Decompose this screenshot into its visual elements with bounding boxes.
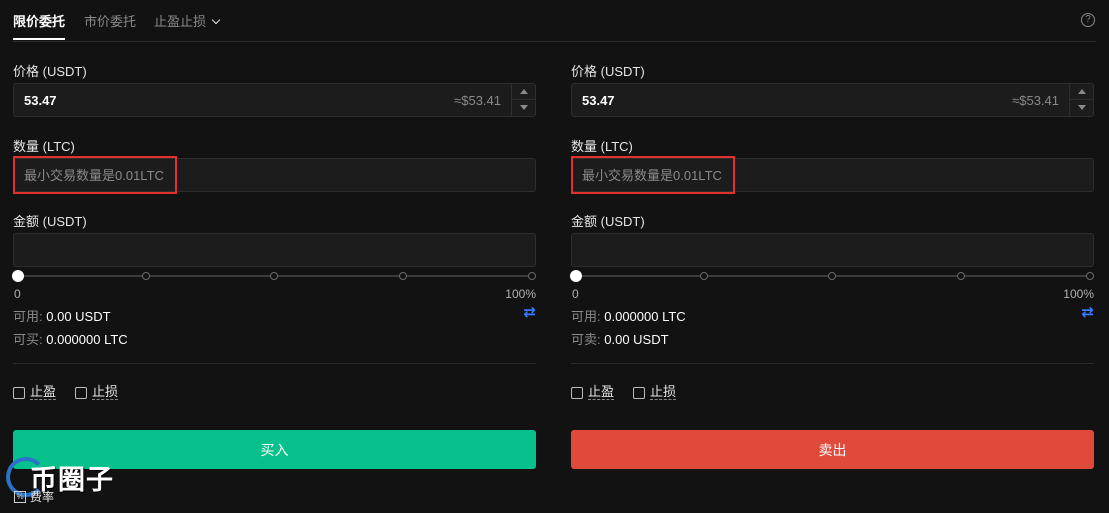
price-increment-button[interactable] xyxy=(512,84,536,100)
amount-input[interactable] xyxy=(571,233,1094,267)
price-value: 53.47 xyxy=(24,93,57,108)
slider-node-100[interactable] xyxy=(528,272,536,280)
fee-label: 费率 xyxy=(30,490,55,504)
take-profit-label: 止盈 xyxy=(588,384,615,400)
available-balance: 可用: 0.00 USDT xyxy=(13,306,111,325)
stop-loss-checkbox[interactable]: 止损 xyxy=(75,384,119,400)
max-buy: 可买: 0.000000 LTC xyxy=(13,329,128,348)
max-sell-value: 0.00 USDT xyxy=(604,332,669,347)
price-decrement-button[interactable] xyxy=(1070,100,1094,116)
tab-tp-sl-label: 止盈止损 xyxy=(154,14,207,29)
price-field[interactable]: 53.47 ≈$53.41 xyxy=(13,83,536,117)
sell-panel: 价格 (USDT) 53.47 ≈$53.41 数量 (LTC) 金额 (USD… xyxy=(570,42,1094,513)
caret-down-icon xyxy=(1078,105,1086,110)
amount-label: 金额 (USDT) xyxy=(13,214,87,229)
price-approx: ≈$53.41 xyxy=(1012,93,1059,108)
quantity-label: 数量 (LTC) xyxy=(13,139,75,154)
sell-button[interactable]: 卖出 xyxy=(571,430,1094,469)
slider-max-label: 100% xyxy=(505,287,536,301)
slider-knob[interactable] xyxy=(570,270,582,282)
max-sell-label: 可卖: xyxy=(571,332,601,347)
price-stepper xyxy=(1069,84,1094,116)
order-type-tabs: 限价委托 市价委托 止盈止损 ? xyxy=(0,0,1109,42)
checkbox-box xyxy=(633,386,645,399)
active-tab-indicator xyxy=(13,38,65,40)
available-value: 0.00 USDT xyxy=(46,309,111,324)
max-buy-value: 0.000000 LTC xyxy=(46,332,128,347)
available-label: 可用: xyxy=(571,309,601,324)
slider-min-label: 0 xyxy=(14,287,21,301)
slider-max-label: 100% xyxy=(1063,287,1094,301)
caret-down-icon xyxy=(520,105,528,110)
caret-up-icon xyxy=(1078,89,1086,94)
price-stepper xyxy=(511,84,536,116)
section-divider xyxy=(13,363,536,364)
fee-link[interactable]: % 费率 xyxy=(14,488,54,505)
max-sell: 可卖: 0.00 USDT xyxy=(571,329,669,348)
take-profit-label: 止盈 xyxy=(30,384,57,400)
slider-node-100[interactable] xyxy=(1086,272,1094,280)
amount-label: 金额 (USDT) xyxy=(571,214,645,229)
caret-up-icon xyxy=(520,89,528,94)
tab-market-order[interactable]: 市价委托 xyxy=(84,11,136,30)
stop-loss-checkbox[interactable]: 止损 xyxy=(633,384,677,400)
amount-input[interactable] xyxy=(13,233,536,267)
quantity-input[interactable] xyxy=(571,158,1094,192)
help-icon[interactable]: ? xyxy=(1081,13,1095,27)
stop-loss-label: 止损 xyxy=(92,384,119,400)
fee-icon: % xyxy=(14,490,26,503)
available-balance: 可用: 0.000000 LTC xyxy=(571,306,686,325)
swap-icon[interactable]: ⇄ xyxy=(523,303,536,321)
chevron-down-icon xyxy=(211,15,221,25)
slider-node-50[interactable] xyxy=(270,272,278,280)
slider-node-25[interactable] xyxy=(700,272,708,280)
take-profit-checkbox[interactable]: 止盈 xyxy=(571,384,615,400)
slider-node-75[interactable] xyxy=(957,272,965,280)
price-field[interactable]: 53.47 ≈$53.41 xyxy=(571,83,1094,117)
available-label: 可用: xyxy=(13,309,43,324)
checkbox-box xyxy=(571,386,583,399)
slider-node-25[interactable] xyxy=(142,272,150,280)
slider-min-label: 0 xyxy=(572,287,579,301)
swap-icon[interactable]: ⇄ xyxy=(1081,303,1094,321)
price-approx: ≈$53.41 xyxy=(454,93,501,108)
slider-node-50[interactable] xyxy=(828,272,836,280)
stop-loss-label: 止损 xyxy=(650,384,677,400)
tab-limit-order[interactable]: 限价委托 xyxy=(13,11,65,30)
buy-panel: 价格 (USDT) 53.47 ≈$53.41 数量 (LTC) 金额 (USD… xyxy=(12,42,536,513)
price-label: 价格 (USDT) xyxy=(13,64,87,79)
checkbox-box xyxy=(13,386,25,399)
max-buy-label: 可买: xyxy=(13,332,43,347)
quantity-label: 数量 (LTC) xyxy=(571,139,633,154)
price-label: 价格 (USDT) xyxy=(571,64,645,79)
price-value: 53.47 xyxy=(582,93,615,108)
tab-tp-sl[interactable]: 止盈止损 xyxy=(154,11,221,30)
amount-slider[interactable] xyxy=(12,270,536,282)
available-value: 0.000000 LTC xyxy=(604,309,686,324)
price-decrement-button[interactable] xyxy=(512,100,536,116)
slider-knob[interactable] xyxy=(12,270,24,282)
section-divider xyxy=(571,363,1094,364)
price-increment-button[interactable] xyxy=(1070,84,1094,100)
quantity-input[interactable] xyxy=(13,158,536,192)
take-profit-checkbox[interactable]: 止盈 xyxy=(13,384,57,400)
slider-node-75[interactable] xyxy=(399,272,407,280)
checkbox-box xyxy=(75,386,87,399)
amount-slider[interactable] xyxy=(570,270,1094,282)
